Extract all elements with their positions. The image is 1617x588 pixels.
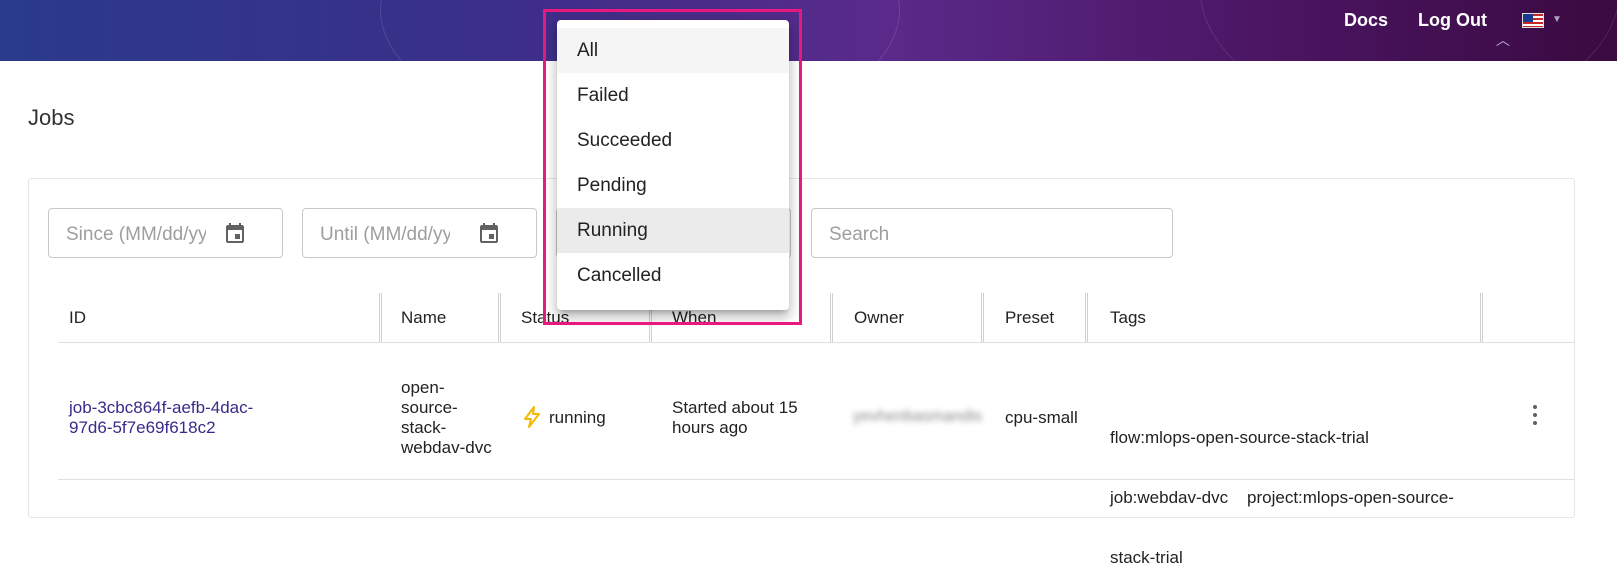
when-line: hours ago [672,418,748,437]
column-header-preset[interactable]: Preset [1005,308,1054,328]
column-resize-handle[interactable] [379,293,382,343]
docs-link[interactable]: Docs [1344,10,1388,31]
status-label: running [549,408,606,427]
chevron-down-icon[interactable]: ▼ [1552,14,1562,25]
calendar-icon[interactable] [223,221,247,247]
column-resize-handle[interactable] [1085,293,1088,343]
lightning-icon [524,406,540,428]
column-header-name[interactable]: Name [401,308,446,328]
job-id-link[interactable]: 97d6-5f7e69f618c2 [69,418,253,438]
column-resize-handle[interactable] [498,293,501,343]
status-option-cancelled[interactable]: Cancelled [557,253,789,298]
job-name-line: open- [401,378,445,397]
more-options-icon[interactable] [1531,405,1539,429]
chevron-up-icon: ︿ [1496,32,1510,48]
job-name-line: stack- [401,418,447,437]
calendar-icon[interactable] [477,221,501,247]
header-divider [58,342,1575,343]
status-option-succeeded[interactable]: Succeeded [557,118,789,163]
column-resize-handle[interactable] [981,293,984,343]
search-placeholder: Search [829,224,890,245]
job-preset: cpu-small [1005,408,1078,427]
page-title: Jobs [28,105,75,130]
tag-line: stack-trial [1110,548,1183,567]
job-when: Started about 15 hours ago [672,398,798,438]
since-date-field[interactable]: Since (MM/dd/yyyy) [48,208,283,258]
column-header-id[interactable]: ID [69,308,86,328]
since-placeholder: Since (MM/dd/yyyy) [66,224,206,245]
us-flag-icon[interactable] [1522,13,1544,28]
job-owner: yevhenbasmandis [853,408,982,425]
job-name-line: webdav-dvc [401,438,492,457]
column-header-when[interactable]: When [672,308,716,328]
column-header-owner[interactable]: Owner [854,308,904,328]
tag-line: job:webdav-dvc project:mlops-open-source… [1110,488,1454,507]
status-dropdown-menu: All Failed Succeeded Pending Running Can… [557,20,789,310]
status-option-failed[interactable]: Failed [557,73,789,118]
column-resize-handle[interactable] [830,293,833,343]
tag-line: flow:mlops-open-source-stack-trial [1110,428,1369,447]
status-option-all[interactable]: All [557,28,789,73]
until-placeholder: Until (MM/dd/yyyy) [320,224,450,245]
header-decoration [1200,0,1617,61]
column-header-status[interactable]: Status [521,308,569,328]
job-id-link[interactable]: job-3cbc864f-aefb-4dac- [69,398,253,418]
search-input[interactable]: Search [811,208,1173,258]
job-name-line: source- [401,398,458,417]
until-date-field[interactable]: Until (MM/dd/yyyy) [302,208,537,258]
column-resize-handle[interactable] [1480,293,1483,343]
table-row-id[interactable]: job-3cbc864f-aefb-4dac- 97d6-5f7e69f618c… [69,398,253,438]
status-option-pending[interactable]: Pending [557,163,789,208]
job-tags: flow:mlops-open-source-stack-trial job:w… [1110,388,1454,588]
when-line: Started about 15 [672,398,798,417]
logout-link[interactable]: Log Out [1418,10,1487,31]
row-divider [58,479,1575,480]
status-option-running[interactable]: Running [557,208,789,253]
job-name: open- source- stack- webdav-dvc [401,378,492,458]
column-header-tags[interactable]: Tags [1110,308,1146,328]
